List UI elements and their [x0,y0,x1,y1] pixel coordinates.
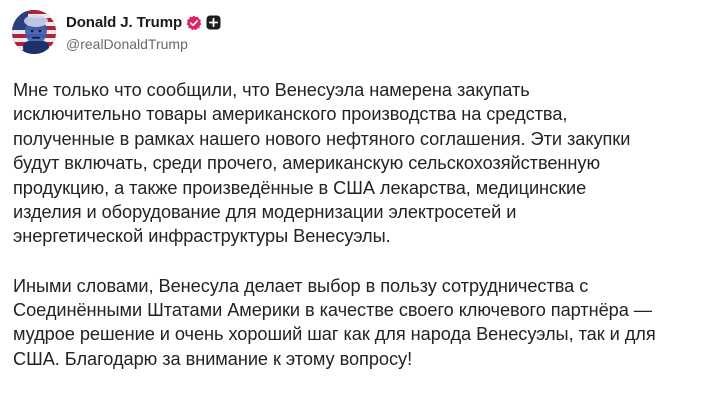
text-line: изделия и оборудование для модернизации … [13,202,517,223]
text-line: продукцию, а также произведённые в США л… [13,177,587,198]
text-line: США. Благодарю за внимание к этому вопро… [13,348,413,369]
text-line: исключительно товары американского произ… [13,104,568,125]
verified-badge-icon [186,15,202,31]
name-row: Donald J. Trump [66,13,221,33]
social-post: Donald J. Trump @realDonaldTrump Мне тол… [0,0,706,420]
avatar-image [12,10,56,54]
post-paragraph-2: Иными словами, Венесула делает выбор в п… [13,274,698,372]
plus-square-icon[interactable] [206,15,221,30]
author-handle[interactable]: @realDonaldTrump [66,36,221,52]
text-line: Соединёнными Штатами Америки в качестве … [13,300,652,321]
post-paragraph-1: Мне только что сообщили, что Венесуэла н… [13,78,698,249]
author-name[interactable]: Donald J. Trump [66,14,182,31]
text-line: будут включать, среди прочего, американс… [13,153,601,174]
text-line: полученные в рамках нашего нового нефтян… [13,128,631,149]
avatar[interactable] [12,10,56,54]
text-line: энергетической инфраструктуры Венесуэлы. [13,226,391,247]
text-line: Мне только что сообщили, что Венесуэла н… [13,80,530,100]
post-header: Donald J. Trump @realDonaldTrump [12,9,221,55]
post-body: Мне только что сообщили, что Венесуэла н… [13,78,698,371]
author-identity: Donald J. Trump @realDonaldTrump [66,13,221,52]
text-line: мудрое решение и очень хороший шаг как д… [13,324,656,345]
text-line: Иными словами, Венесула делает выбор в п… [13,275,589,296]
